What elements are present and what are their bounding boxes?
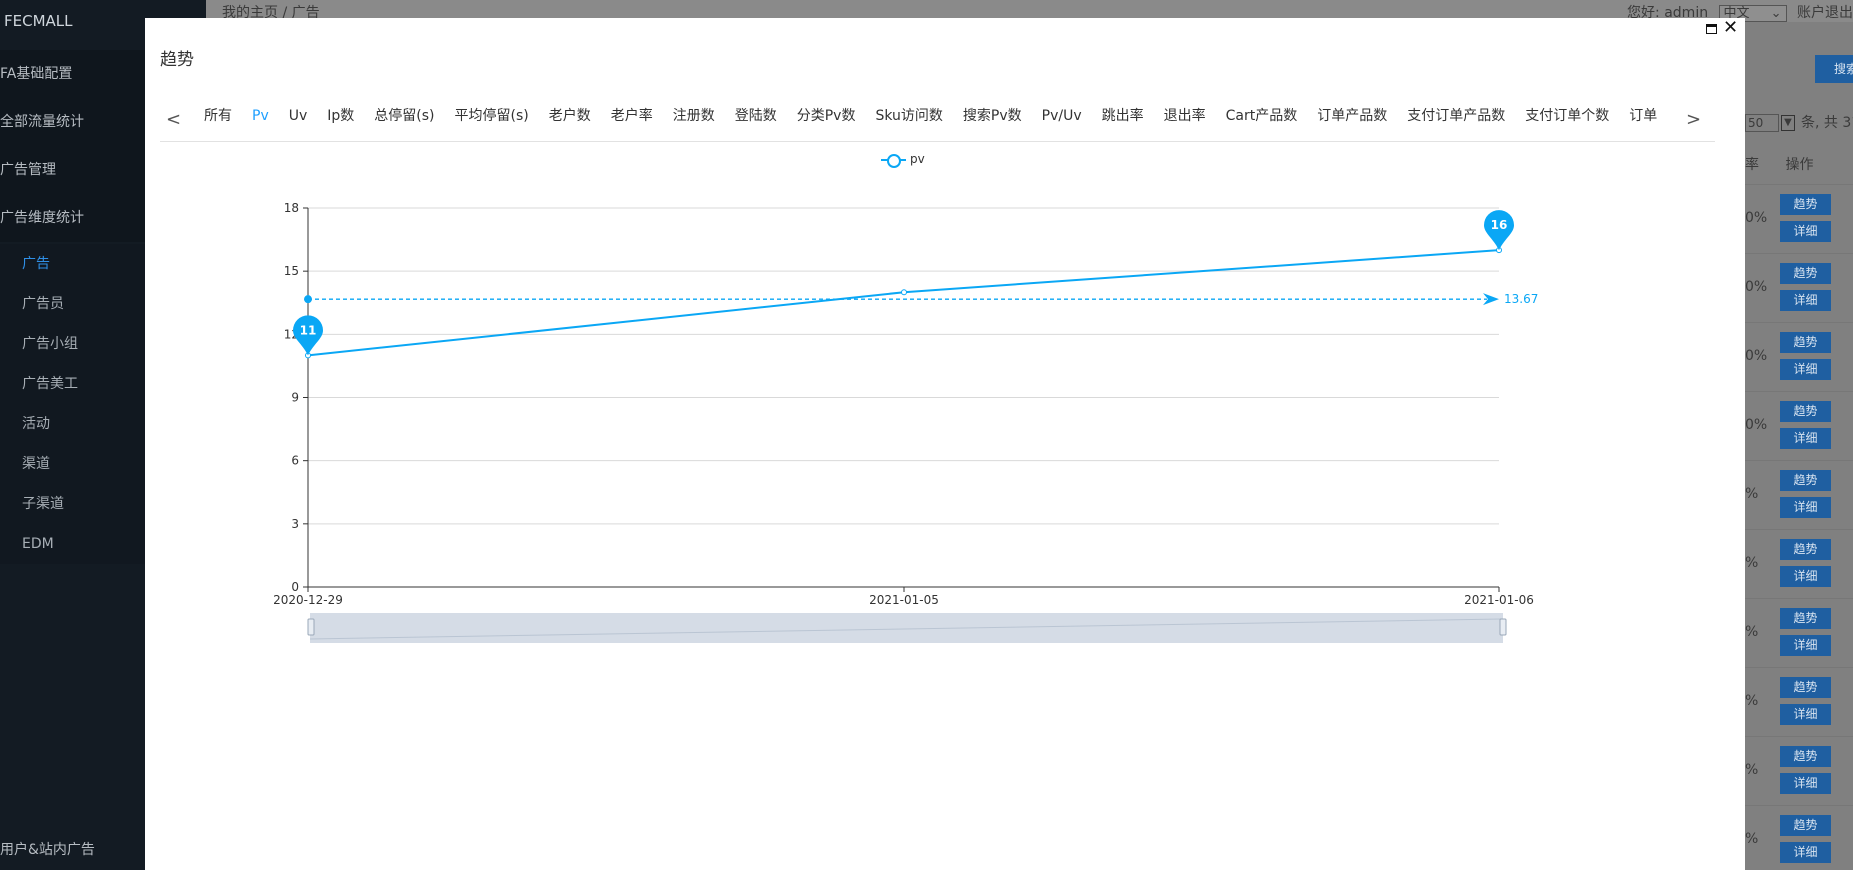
detail-button[interactable]: 详细 bbox=[1780, 221, 1831, 242]
row-rate: % bbox=[1745, 624, 1759, 640]
row-rate: % bbox=[1745, 831, 1759, 847]
data-point bbox=[901, 289, 907, 296]
x-tick-label: 2021-01-05 bbox=[869, 593, 939, 607]
table-header: 率 操作 bbox=[1745, 154, 1813, 174]
mark-point-label: 11 bbox=[300, 323, 317, 337]
series-line-pv bbox=[307, 249, 1500, 357]
trend-button[interactable]: 趋势 bbox=[1780, 815, 1831, 836]
brand-logo[interactable]: FECMALL bbox=[4, 12, 73, 30]
row-rate: 0% bbox=[1745, 417, 1768, 433]
detail-button[interactable]: 详细 bbox=[1780, 359, 1831, 380]
y-tick-label: 0 bbox=[291, 580, 299, 594]
column-ops: 操作 bbox=[1785, 157, 1814, 173]
trend-button[interactable]: 趋势 bbox=[1780, 677, 1831, 698]
detail-button[interactable]: 详细 bbox=[1780, 704, 1831, 725]
data-zoom-handle-right[interactable] bbox=[1499, 618, 1507, 636]
trend-button[interactable]: 趋势 bbox=[1780, 332, 1831, 353]
trend-modal: 趋势 ✕ < 所有 Pv Uv Ip数 总停留(s) 平均停留(s) 老户数 老户率 注册数 登陆… bbox=[145, 18, 1745, 870]
y-tick-label: 3 bbox=[291, 517, 299, 531]
y-tick-label: 18 bbox=[284, 201, 299, 215]
row-rate: 0% bbox=[1745, 279, 1768, 295]
mark-point-label: 16 bbox=[1491, 218, 1508, 232]
chevron-down-icon[interactable]: ▼ bbox=[1781, 115, 1795, 131]
average-line-label: 13.67 bbox=[1504, 292, 1538, 306]
row-rate: % bbox=[1745, 555, 1759, 571]
row-rate: 0% bbox=[1745, 210, 1768, 226]
row-rate: % bbox=[1745, 486, 1759, 502]
x-tick-label: 2020-12-29 bbox=[273, 593, 343, 607]
chevron-down-icon: ⌄ bbox=[1770, 5, 1782, 21]
trend-button[interactable]: 趋势 bbox=[1780, 263, 1831, 284]
trend-button[interactable]: 趋势 bbox=[1780, 608, 1831, 629]
y-tick-label: 9 bbox=[291, 391, 299, 405]
row-rate: 0% bbox=[1745, 348, 1768, 364]
data-zoom-handle-left[interactable] bbox=[307, 618, 315, 636]
pager: 50▼ 条, 共 31 bbox=[1745, 112, 1853, 132]
x-tick-label: 2021-01-06 bbox=[1464, 593, 1534, 607]
y-tick-label: 15 bbox=[284, 264, 299, 278]
trend-button[interactable]: 趋势 bbox=[1780, 401, 1831, 422]
detail-button[interactable]: 详细 bbox=[1780, 497, 1831, 518]
pv-line-chart: 03691215182020-12-29 2021-01-05 2021-01-06… bbox=[273, 201, 1538, 643]
page-size-select[interactable]: 50 bbox=[1745, 114, 1779, 132]
row-rate: % bbox=[1745, 693, 1759, 709]
row-rate: % bbox=[1745, 762, 1759, 778]
detail-button[interactable]: 详细 bbox=[1780, 842, 1831, 863]
y-tick-label: 6 bbox=[291, 454, 299, 468]
trend-button[interactable]: 趋势 bbox=[1780, 194, 1831, 215]
data-zoom-track bbox=[310, 613, 1503, 643]
search-button[interactable]: 搜索 bbox=[1815, 55, 1853, 83]
detail-button[interactable]: 详细 bbox=[1780, 428, 1831, 449]
trend-button[interactable]: 趋势 bbox=[1780, 470, 1831, 491]
logout-link[interactable]: 账户退出 bbox=[1797, 5, 1853, 21]
detail-button[interactable]: 详细 bbox=[1780, 635, 1831, 656]
detail-button[interactable]: 详细 bbox=[1780, 773, 1831, 794]
column-rate: 率 bbox=[1745, 157, 1759, 173]
app-root: FECMALL FA基础配置 全部流量统计 广告管理 广告维度统计 广告 广告员 广告小组… bbox=[0, 0, 1853, 870]
trend-button[interactable]: 趋势 bbox=[1780, 746, 1831, 767]
pager-summary: 条, 共 31 bbox=[1801, 115, 1853, 131]
detail-button[interactable]: 详细 bbox=[1780, 290, 1831, 311]
average-line-start bbox=[304, 295, 312, 304]
trend-button[interactable]: 趋势 bbox=[1780, 539, 1831, 560]
detail-button[interactable]: 详细 bbox=[1780, 566, 1831, 587]
